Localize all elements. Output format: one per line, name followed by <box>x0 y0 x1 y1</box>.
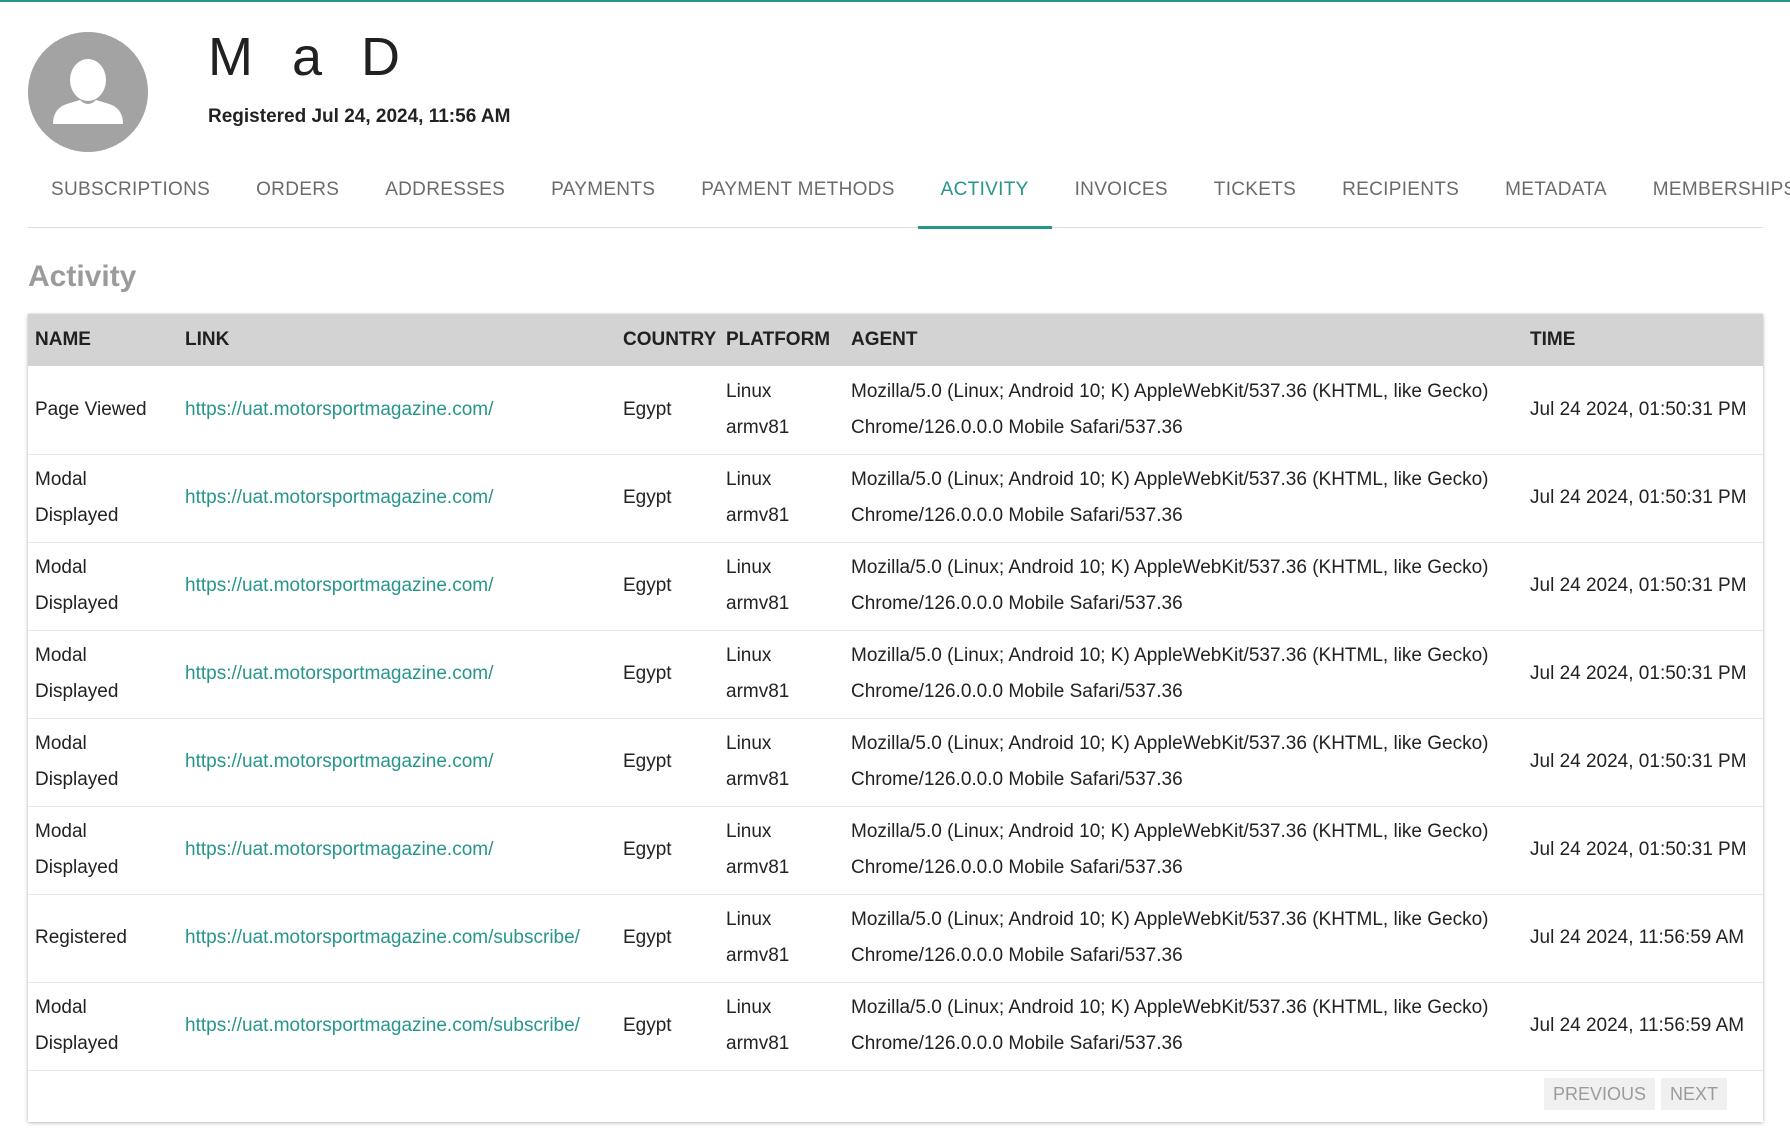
cell-name: Modal Displayed <box>35 645 119 702</box>
cell-country: Egypt <box>623 1015 672 1036</box>
cell-name: Modal Displayed <box>35 821 119 878</box>
cell-name: Modal Displayed <box>35 733 119 790</box>
next-button[interactable]: NEXT <box>1660 1078 1727 1110</box>
tab-invoices[interactable]: INVOICES <box>1052 152 1191 228</box>
registered-date: Registered Jul 24, 2024, 11:56 AM <box>208 106 511 127</box>
tab-orders[interactable]: ORDERS <box>233 152 362 228</box>
cell-name: Modal Displayed <box>35 469 119 526</box>
table-row: Modal Displayed https://uat.motorsportma… <box>28 806 1763 894</box>
table-header-row: NAME LINK COUNTRY PLATFORM AGENT TIME <box>28 314 1763 366</box>
cell-time: Jul 24 2024, 01:50:31 PM <box>1530 575 1747 596</box>
cell-name: Page Viewed <box>35 398 147 420</box>
cell-country: Egypt <box>623 487 672 508</box>
table-row: Page Viewed https://uat.motorsportmagazi… <box>28 366 1763 454</box>
cell-agent: Mozilla/5.0 (Linux; Android 10; K) Apple… <box>851 557 1489 614</box>
profile-header: M a D Registered Jul 24, 2024, 11:56 AM <box>0 2 1790 154</box>
activity-table-body: Page Viewed https://uat.motorsportmagazi… <box>28 366 1763 1070</box>
cell-time: Jul 24 2024, 01:50:31 PM <box>1530 398 1747 420</box>
table-row: Modal Displayed https://uat.motorsportma… <box>28 630 1763 718</box>
cell-platform: Linux armv81 <box>726 380 790 438</box>
cell-link[interactable]: https://uat.motorsportmagazine.com/ <box>185 575 493 596</box>
table-row: Registered https://uat.motorsportmagazin… <box>28 894 1763 982</box>
cell-agent: Mozilla/5.0 (Linux; Android 10; K) Apple… <box>851 909 1489 966</box>
table-row: Modal Displayed https://uat.motorsportma… <box>28 542 1763 630</box>
table-row: Modal Displayed https://uat.motorsportma… <box>28 718 1763 806</box>
column-header-country[interactable]: COUNTRY <box>616 314 719 366</box>
user-name: M a D <box>208 27 413 87</box>
cell-link[interactable]: https://uat.motorsportmagazine.com/ <box>185 399 493 420</box>
cell-platform: Linux armv81 <box>726 557 790 614</box>
cell-platform: Linux armv81 <box>726 821 790 878</box>
tab-tickets[interactable]: TICKETS <box>1191 152 1319 228</box>
cell-link[interactable]: https://uat.motorsportmagazine.com/ <box>185 487 493 508</box>
cell-time: Jul 24 2024, 01:50:31 PM <box>1530 839 1747 860</box>
cell-link[interactable]: https://uat.motorsportmagazine.com/ <box>185 751 493 772</box>
cell-country: Egypt <box>623 398 672 420</box>
cell-platform: Linux armv81 <box>726 469 790 526</box>
table-row: Modal Displayed https://uat.motorsportma… <box>28 982 1763 1070</box>
column-header-time[interactable]: TIME <box>1523 314 1763 366</box>
column-header-name[interactable]: NAME <box>28 314 178 366</box>
tab-payments[interactable]: PAYMENTS <box>528 152 678 228</box>
cell-country: Egypt <box>623 575 672 596</box>
previous-button[interactable]: PREVIOUS <box>1543 1078 1655 1110</box>
tab-activity[interactable]: ACTIVITY <box>917 152 1052 229</box>
cell-link[interactable]: https://uat.motorsportmagazine.com/subsc… <box>185 1015 580 1036</box>
avatar <box>28 32 148 152</box>
section-title: Activity <box>28 260 137 293</box>
cell-link[interactable]: https://uat.motorsportmagazine.com/ <box>185 839 493 860</box>
cell-link[interactable]: https://uat.motorsportmagazine.com/ <box>185 663 493 684</box>
cell-agent: Mozilla/5.0 (Linux; Android 10; K) Apple… <box>851 469 1489 526</box>
tab-addresses[interactable]: ADDRESSES <box>362 152 528 228</box>
cell-name: Registered <box>35 927 127 948</box>
cell-agent: Mozilla/5.0 (Linux; Android 10; K) Apple… <box>851 997 1489 1054</box>
cell-name: Modal Displayed <box>35 557 119 614</box>
table-row: Modal Displayed https://uat.motorsportma… <box>28 454 1763 542</box>
tab-recipients[interactable]: RECIPIENTS <box>1319 152 1482 228</box>
activity-card: NAME LINK COUNTRY PLATFORM AGENT TIME Pa… <box>28 314 1763 1122</box>
cell-agent: Mozilla/5.0 (Linux; Android 10; K) Apple… <box>851 645 1489 702</box>
cell-link[interactable]: https://uat.motorsportmagazine.com/subsc… <box>185 927 580 948</box>
tab-payment-methods[interactable]: PAYMENT METHODS <box>678 152 917 228</box>
cell-time: Jul 24 2024, 11:56:59 AM <box>1530 1015 1745 1036</box>
cell-time: Jul 24 2024, 01:50:31 PM <box>1530 663 1747 684</box>
cell-agent: Mozilla/5.0 (Linux; Android 10; K) Apple… <box>851 821 1489 878</box>
cell-agent: Mozilla/5.0 (Linux; Android 10; K) Apple… <box>851 733 1489 790</box>
cell-platform: Linux armv81 <box>726 997 790 1054</box>
column-header-platform[interactable]: PLATFORM <box>719 314 844 366</box>
activity-table: NAME LINK COUNTRY PLATFORM AGENT TIME Pa… <box>28 314 1763 1071</box>
column-header-link[interactable]: LINK <box>178 314 616 366</box>
cell-country: Egypt <box>623 839 672 860</box>
tab-memberships[interactable]: MEMBERSHIPS <box>1630 152 1790 228</box>
tab-metadata[interactable]: METADATA <box>1482 152 1630 228</box>
cell-agent: Mozilla/5.0 (Linux; Android 10; K) Apple… <box>851 380 1489 438</box>
tab-bar: SUBSCRIPTIONS ORDERS ADDRESSES PAYMENTS … <box>28 152 1790 229</box>
column-header-agent[interactable]: AGENT <box>844 314 1523 366</box>
cell-platform: Linux armv81 <box>726 909 790 966</box>
cell-time: Jul 24 2024, 01:50:31 PM <box>1530 751 1747 772</box>
cell-name: Modal Displayed <box>35 997 119 1054</box>
cell-platform: Linux armv81 <box>726 733 790 790</box>
pagination: PREVIOUS NEXT <box>1543 1078 1727 1110</box>
cell-time: Jul 24 2024, 11:56:59 AM <box>1530 927 1745 948</box>
cell-country: Egypt <box>623 751 672 772</box>
cell-country: Egypt <box>623 927 672 948</box>
cell-platform: Linux armv81 <box>726 645 790 702</box>
tab-subscriptions[interactable]: SUBSCRIPTIONS <box>28 152 233 228</box>
person-silhouette-icon <box>28 32 148 152</box>
cell-country: Egypt <box>623 663 672 684</box>
cell-time: Jul 24 2024, 01:50:31 PM <box>1530 487 1747 508</box>
